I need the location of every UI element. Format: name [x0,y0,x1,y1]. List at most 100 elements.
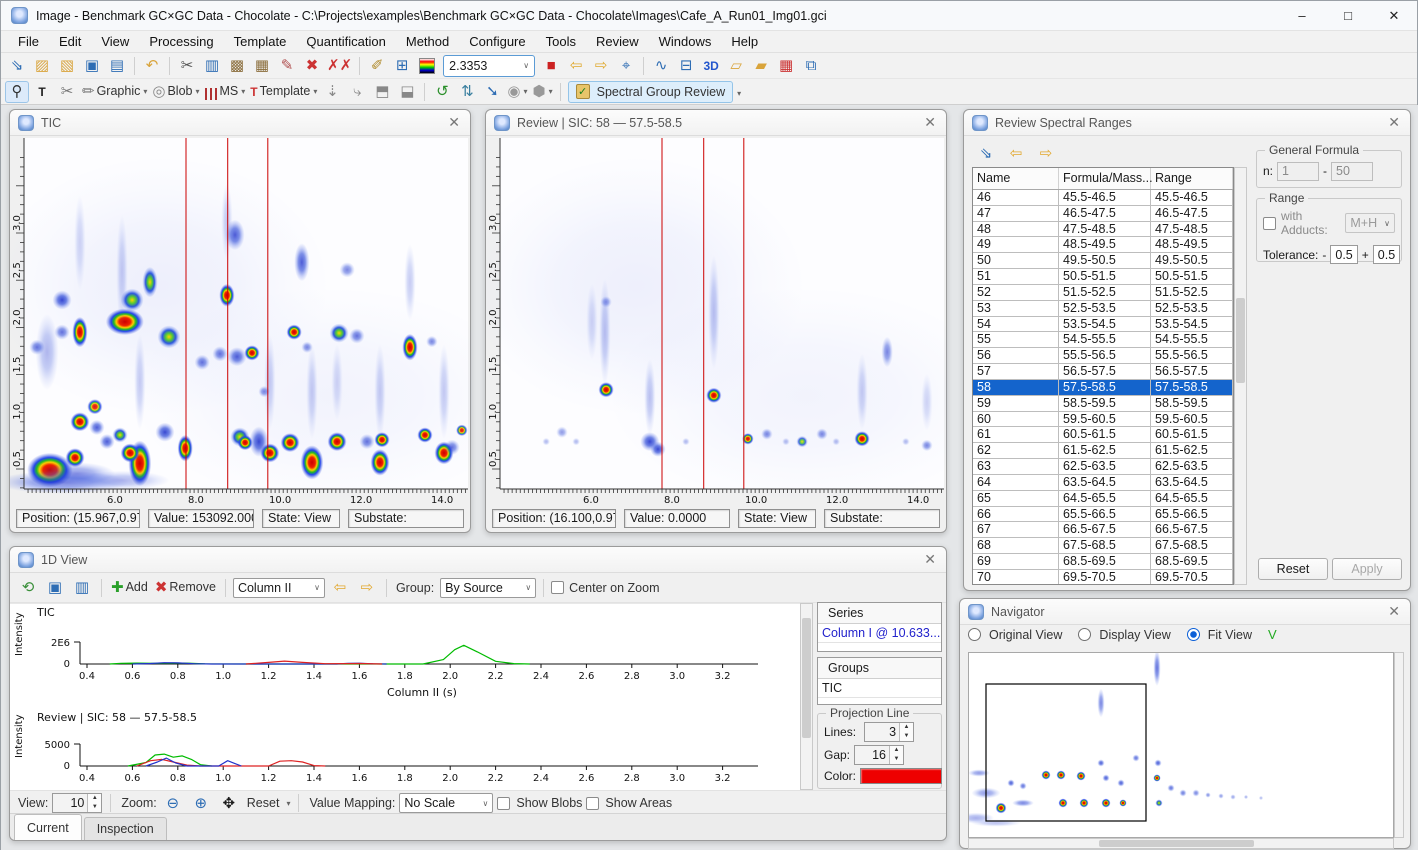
n-from-field[interactable]: 1 [1277,162,1319,181]
maximize-button[interactable]: □ [1325,1,1371,30]
new-image-window-icon[interactable]: ▱ [724,55,748,77]
rev-2d-plot[interactable]: 6.08.010.012.014.00.51.01.52.02.53.0 [486,136,948,506]
table-row[interactable]: 5453.5-54.553.5-54.5 [973,317,1233,333]
table-row[interactable]: 6564.5-65.564.5-65.5 [973,491,1233,507]
navigator-canvas[interactable] [969,653,1395,839]
tab-inspection[interactable]: Inspection [84,817,167,840]
navigator-thumbnail[interactable] [968,652,1394,838]
template-copy-icon[interactable]: ⤷ [345,81,369,103]
pan-icon[interactable]: ✥ [217,792,241,814]
navigator-hscrollbar[interactable] [968,838,1394,849]
lines-spinner[interactable]: 3▲▼ [864,722,914,742]
blob-menu[interactable]: ◎Blob▾ [150,81,201,103]
scrollbar-thumb[interactable] [802,618,811,738]
menu-item-configure[interactable]: Configure [460,32,534,51]
paste-special-icon[interactable]: ▦ [250,55,274,77]
point-tool-menu[interactable]: ◉▾ [505,81,529,103]
show-areas-checkbox[interactable] [586,797,599,810]
zoom-region-icon[interactable]: ⌖ [614,55,638,77]
z-profile-icon[interactable]: ➘ [480,81,504,103]
graphic-menu[interactable]: ✏Graphic▾ [80,81,149,103]
n-to-field[interactable]: 50 [1331,162,1373,181]
table-row[interactable]: 6665.5-66.565.5-66.5 [973,507,1233,523]
menu-item-template[interactable]: Template [225,32,296,51]
one-d-plots[interactable]: TICIntensity2E600.40.60.81.01.21.41.61.8… [10,603,800,790]
gap-spinner[interactable]: 16▲▼ [854,745,904,765]
center-on-zoom-checkbox[interactable] [551,581,564,594]
stamp-icon[interactable]: ⬒ [370,81,394,103]
template-apply-icon[interactable]: ⇣ [320,81,344,103]
tolerance-minus-field[interactable]: 0.5 [1330,245,1357,264]
table-row[interactable]: 5150.5-51.550.5-51.5 [973,269,1233,285]
table-row[interactable]: 4645.5-46.545.5-46.5 [973,190,1233,206]
table-row[interactable]: 7069.5-70.569.5-70.5 [973,570,1233,585]
column-header-2[interactable]: Range [1151,168,1233,189]
export-icon[interactable]: ⇘ [974,142,998,164]
save-icon[interactable]: ▣ [80,55,104,77]
table-row[interactable]: 5251.5-52.551.5-52.5 [973,285,1233,301]
cut-icon[interactable]: ✂ [175,55,199,77]
radio-original-view[interactable] [968,628,981,641]
reset-zoom-button[interactable]: Reset [247,796,280,810]
table-row[interactable]: 5554.5-55.554.5-55.5 [973,332,1233,348]
delete-icon[interactable]: ✖ [300,55,324,77]
table-row[interactable]: 4746.5-47.546.5-47.5 [973,206,1233,222]
chevron-down-icon[interactable]: ▾ [286,799,290,808]
projection-color-swatch[interactable] [860,768,942,784]
minimize-button[interactable]: – [1279,1,1325,30]
column-header-1[interactable]: Formula/Mass... [1059,168,1151,189]
spinner-arrows[interactable]: ▲▼ [889,746,903,764]
calculator-icon[interactable]: ⊞ [390,55,414,77]
menu-item-help[interactable]: Help [722,32,767,51]
tolerance-plus-field[interactable]: 0.5 [1373,245,1400,264]
radio-fit-view[interactable] [1187,628,1200,641]
copy-icon[interactable]: ▥ [200,55,224,77]
zoom-out-icon[interactable]: ⊖ [161,792,185,814]
close-icon[interactable]: ✕ [1388,603,1400,620]
stamp-remove-icon[interactable]: ⬓ [395,81,419,103]
spinner-arrows[interactable]: ▲▼ [87,794,101,812]
spin-up-icon[interactable]: ▲ [88,794,101,803]
import-image-icon[interactable]: ▧ [55,55,79,77]
copy-icon[interactable]: ▥ [70,577,94,599]
scrollbar-thumb[interactable] [1099,840,1254,847]
spin-down-icon[interactable]: ▼ [890,755,903,764]
values-table-icon[interactable]: ⊟ [674,55,698,77]
print-icon[interactable]: ▤ [105,55,129,77]
menu-item-quantification[interactable]: Quantification [297,32,395,51]
table-row[interactable]: 6463.5-64.563.5-64.5 [973,475,1233,491]
duplicate-window-icon[interactable]: ▰ [749,55,773,77]
table-row[interactable]: 6362.5-63.562.5-63.5 [973,459,1233,475]
menu-item-method[interactable]: Method [397,32,458,51]
close-button[interactable]: ✕ [1371,1,1417,30]
text-tool-icon[interactable]: T [30,81,54,103]
column-select[interactable]: Column II∨ [233,578,325,598]
refresh-icon[interactable]: ⟲ [16,577,40,599]
table-row[interactable]: 6160.5-61.560.5-61.5 [973,427,1233,443]
zoom-in-icon[interactable]: ⊕ [189,792,213,814]
edit-pen-icon[interactable]: ✐ [365,55,389,77]
table-row[interactable]: 6867.5-68.567.5-68.5 [973,538,1233,554]
spin-up-icon[interactable]: ▲ [900,723,913,732]
table-row[interactable]: 4847.5-48.547.5-48.5 [973,222,1233,238]
navigator-window-titlebar[interactable]: Navigator✕ [960,599,1410,625]
prev-icon[interactable]: ⇦ [328,577,352,599]
group-select[interactable]: By Source∨ [440,578,536,598]
knife-icon[interactable]: ⇅ [455,81,479,103]
draw-icon[interactable]: ✎ [275,55,299,77]
table-row[interactable]: 5655.5-56.555.5-56.5 [973,348,1233,364]
table-row[interactable]: 6261.5-62.561.5-62.5 [973,443,1233,459]
cref-icon[interactable]: ↺ [430,81,454,103]
menu-item-tools[interactable]: Tools [537,32,585,51]
tic-2d-plot[interactable]: 6.08.010.012.014.00.51.01.52.02.53.0 [10,136,472,506]
table-row[interactable]: 5857.5-58.557.5-58.5 [973,380,1233,396]
forward-icon[interactable]: ⇨ [589,55,613,77]
radio-display-view[interactable] [1078,628,1091,641]
table-row[interactable]: 6059.5-60.559.5-60.5 [973,412,1233,428]
zoom-tool-icon[interactable]: ⚲ [5,81,29,103]
back-icon[interactable]: ⇦ [564,55,588,77]
navigator-vscrollbar[interactable] [1394,652,1404,838]
menu-item-review[interactable]: Review [587,32,648,51]
column-header-0[interactable]: Name [973,168,1059,189]
value-mapping-select[interactable]: No Scale∨ [399,793,493,813]
